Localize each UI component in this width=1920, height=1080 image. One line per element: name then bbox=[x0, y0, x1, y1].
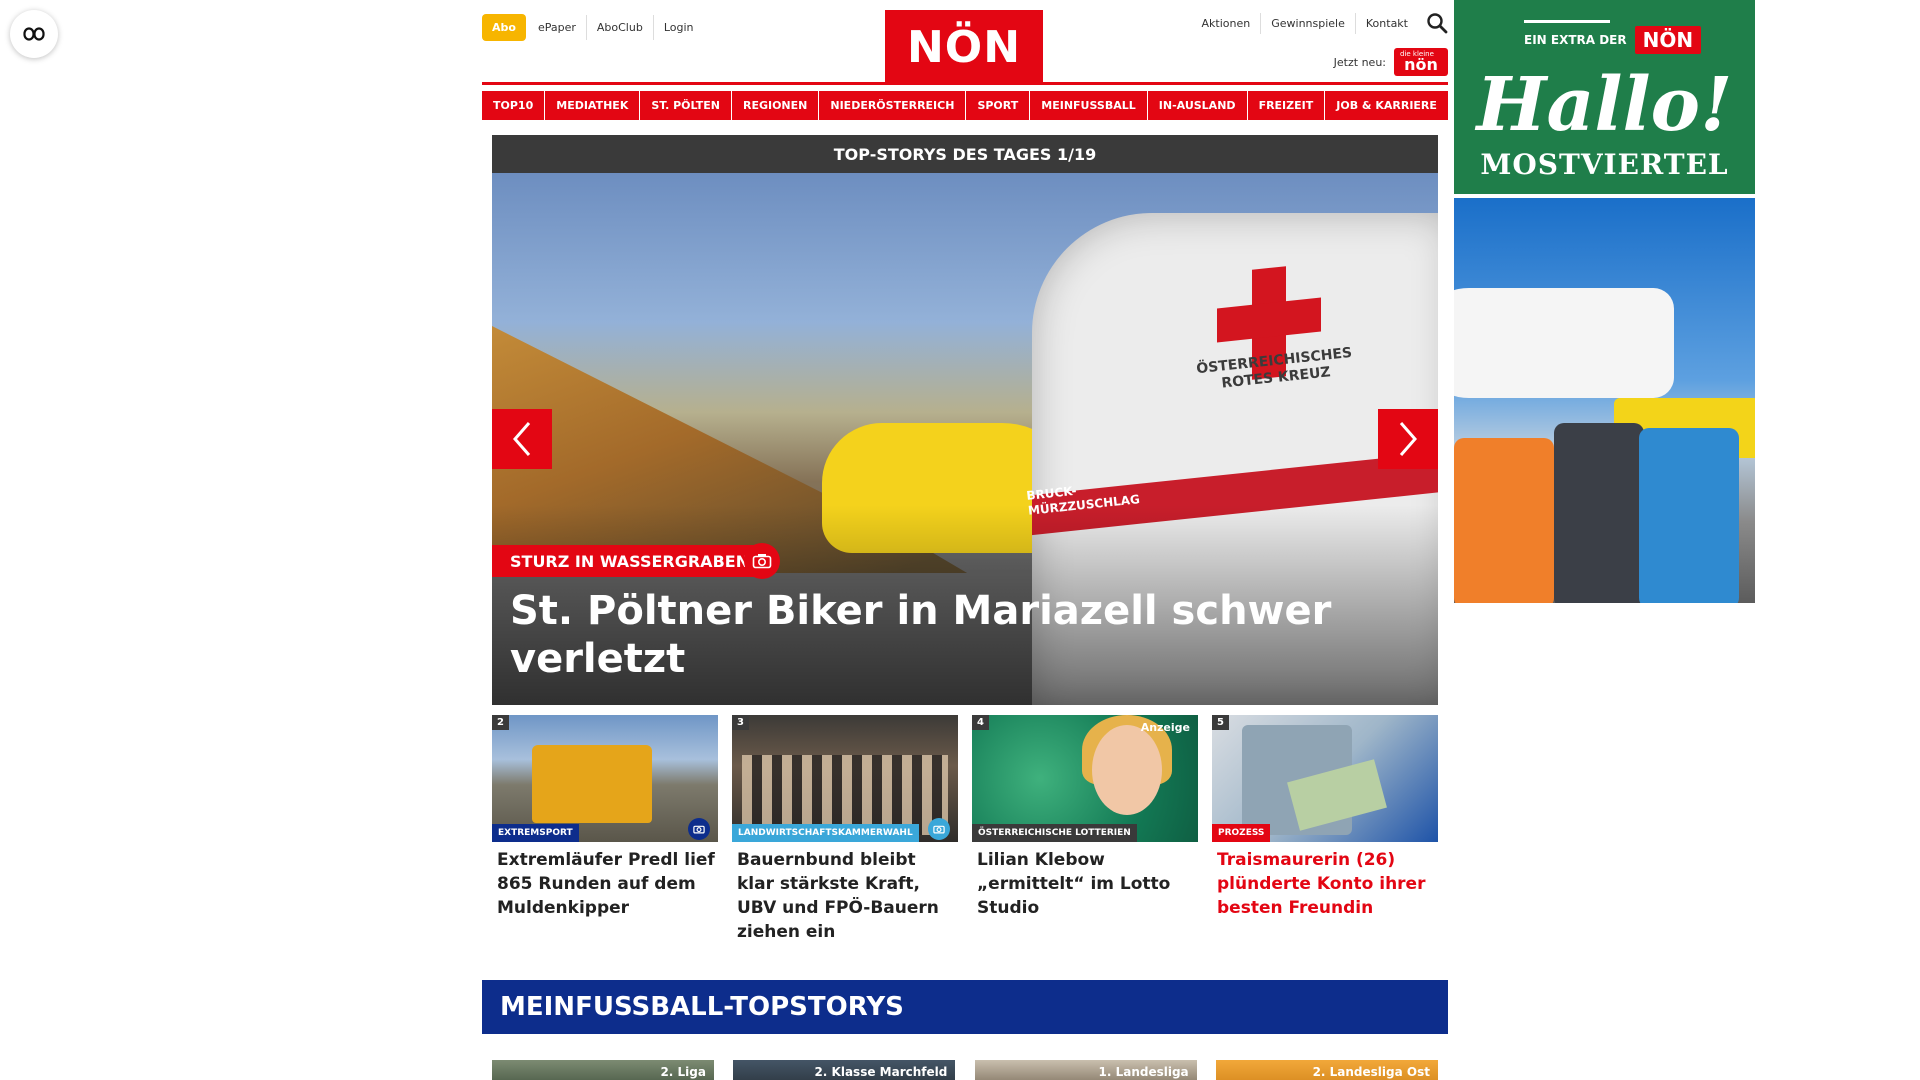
ad-extra-label: EIN EXTRA DER NÖN bbox=[1524, 26, 1702, 54]
slider-prev-button[interactable] bbox=[492, 409, 552, 469]
teaser-category[interactable]: EXTREMSPORT bbox=[492, 824, 579, 842]
airport-ad-image[interactable] bbox=[1454, 198, 1755, 603]
camera-icon bbox=[928, 818, 950, 840]
nav-st-poelten[interactable]: ST. PÖLTEN bbox=[640, 91, 731, 120]
teaser-category[interactable]: ÖSTERREICHISCHE LOTTERIEN bbox=[972, 824, 1137, 842]
teaser-card[interactable]: 2 EXTREMSPORT Extremläufer Predl lief 86… bbox=[492, 715, 718, 944]
teaser-card[interactable]: 4 Anzeige ÖSTERREICHISCHE LOTTERIEN Lili… bbox=[972, 715, 1198, 944]
main-nav: TOP10 MEDIATHEK ST. PÖLTEN REGIONEN NIED… bbox=[482, 82, 1448, 120]
teaser-title[interactable]: Bauernbund bleibt klar stärkste Kraft, U… bbox=[732, 848, 958, 944]
top-right-links: Aktionen Gewinnspiele Kontakt bbox=[1192, 12, 1448, 34]
teaser-category[interactable]: LANDWIRTSCHAFTSKAMMERWAHL bbox=[732, 824, 919, 842]
teaser-image[interactable]: 3 LANDWIRTSCHAFTSKAMMERWAHL bbox=[732, 715, 958, 842]
truck-shape bbox=[532, 745, 652, 823]
league-label: 1. Landesliga bbox=[1098, 1065, 1189, 1079]
ad-hallo-title: Hallo! bbox=[1476, 62, 1733, 148]
nav-regionen[interactable]: REGIONEN bbox=[731, 91, 819, 120]
crowd-shape bbox=[742, 755, 948, 835]
teaser-number: 3 bbox=[732, 715, 749, 730]
accessibility-icon bbox=[23, 27, 45, 41]
aboclub-link[interactable]: AboClub bbox=[585, 15, 653, 40]
airplane-shape bbox=[1454, 288, 1674, 398]
slider-next-button[interactable] bbox=[1378, 409, 1438, 469]
camera-icon bbox=[688, 818, 710, 840]
suitcase-shape bbox=[1554, 423, 1644, 603]
teaser-image[interactable]: 4 Anzeige ÖSTERREICHISCHE LOTTERIEN bbox=[972, 715, 1198, 842]
ad-region-title: MOSTVIERTEL bbox=[1480, 148, 1729, 181]
suitcase-shape bbox=[1639, 428, 1739, 603]
jetzt-neu-label: Jetzt neu: bbox=[1333, 55, 1386, 69]
teaser-number: 4 bbox=[972, 715, 989, 730]
teaser-number: 5 bbox=[1212, 715, 1229, 730]
football-teaser[interactable]: 1. Landesliga bbox=[974, 1060, 1197, 1080]
top-stories-header: TOP-STORYS DES TAGES 1/19 bbox=[492, 135, 1438, 173]
jetzt-neu: Jetzt neu: die kleine nön bbox=[1334, 48, 1448, 76]
ad-divider bbox=[1524, 20, 1610, 23]
die-kleine-noen-badge[interactable]: die kleine nön bbox=[1394, 48, 1448, 76]
nav-in-ausland[interactable]: IN-AUSLAND bbox=[1147, 91, 1247, 120]
page-container: Abo ePaper AboClub Login NÖN Aktionen Ge… bbox=[482, 0, 1448, 1080]
meinfussball-teasers: 2. Liga 2. Klasse Marchfeld 1. Landeslig… bbox=[492, 1060, 1438, 1080]
nav-job-karriere[interactable]: JOB & KARRIERE bbox=[1325, 91, 1448, 120]
gewinnspiele-link[interactable]: Gewinnspiele bbox=[1260, 12, 1355, 34]
kontakt-link[interactable]: Kontakt bbox=[1354, 12, 1418, 34]
nav-top10[interactable]: TOP10 bbox=[482, 91, 545, 120]
teaser-number: 2 bbox=[492, 715, 509, 730]
chevron-right-icon bbox=[1399, 422, 1417, 456]
nav-freizeit[interactable]: FREIZEIT bbox=[1247, 91, 1325, 120]
teaser-image[interactable]: 5 PROZESS bbox=[1212, 715, 1438, 842]
football-teaser[interactable]: 2. Liga bbox=[492, 1060, 714, 1080]
teaser-card[interactable]: 3 LANDWIRTSCHAFTSKAMMERWAHL Bauernbund b… bbox=[732, 715, 958, 944]
camera-icon bbox=[744, 543, 780, 579]
league-label: 2. Liga bbox=[660, 1065, 706, 1079]
nav-sport[interactable]: SPORT bbox=[966, 91, 1030, 120]
aktionen-link[interactable]: Aktionen bbox=[1192, 13, 1261, 34]
hero-category-tag[interactable]: STURZ IN WASSERGRABEN bbox=[492, 545, 768, 577]
teaser-image[interactable]: 2 EXTREMSPORT bbox=[492, 715, 718, 842]
football-teaser[interactable]: 2. Klasse Marchfeld bbox=[733, 1060, 956, 1080]
teaser-card[interactable]: 5 PROZESS Traismaurerin (26) plünderte K… bbox=[1212, 715, 1438, 944]
abo-button[interactable]: Abo bbox=[482, 14, 526, 41]
nav-niederoesterreich[interactable]: NIEDERÖSTERREICH bbox=[819, 91, 966, 120]
chevron-left-icon bbox=[513, 422, 531, 456]
teaser-title[interactable]: Lilian Klebow „ermittelt“ im Lotto Studi… bbox=[972, 848, 1198, 920]
nav-meinfussball[interactable]: MEINFUSSBALL bbox=[1030, 91, 1147, 120]
noen-logo[interactable]: NÖN bbox=[885, 10, 1043, 84]
suitcase-shape bbox=[1454, 438, 1554, 603]
accessibility-button[interactable] bbox=[10, 10, 58, 58]
die-kleine-label: die kleine bbox=[1400, 50, 1434, 58]
hero-slider[interactable]: ÖSTERREICHISCHES ROTES KREUZ BRUCK- MÜRZ… bbox=[492, 173, 1438, 705]
teaser-title[interactable]: Traismaurerin (26) plünderte Konto ihrer… bbox=[1212, 848, 1438, 920]
teaser-title[interactable]: Extremläufer Predl lief 865 Runden auf d… bbox=[492, 848, 718, 920]
ad-noen-logo: NÖN bbox=[1634, 26, 1702, 54]
football-teaser[interactable]: 2. Landesliga Ost bbox=[1215, 1060, 1438, 1080]
search-icon[interactable] bbox=[1426, 12, 1448, 34]
person-face-shape bbox=[1092, 725, 1162, 815]
epaper-link[interactable]: ePaper bbox=[528, 15, 586, 40]
nav-mediathek[interactable]: MEDIATHEK bbox=[545, 91, 640, 120]
hero-headline[interactable]: St. Pöltner Biker in Mariazell schwer ve… bbox=[510, 587, 1410, 683]
login-link[interactable]: Login bbox=[652, 15, 704, 40]
anzeige-label: Anzeige bbox=[1140, 721, 1190, 734]
ad-extra-text: EIN EXTRA DER bbox=[1524, 33, 1627, 47]
hallo-mostviertel-ad[interactable]: EIN EXTRA DER NÖN Hallo! MOSTVIERTEL bbox=[1454, 0, 1755, 194]
top-bar: Abo ePaper AboClub Login NÖN Aktionen Ge… bbox=[482, 0, 1448, 120]
league-label: 2. Landesliga Ost bbox=[1312, 1065, 1430, 1079]
league-label: 2. Klasse Marchfeld bbox=[814, 1065, 948, 1079]
top-left-links: Abo ePaper AboClub Login bbox=[482, 14, 704, 41]
teaser-category[interactable]: PROZESS bbox=[1212, 824, 1271, 842]
meinfussball-section-title[interactable]: MEINFUSSBALL-TOPSTORYS bbox=[482, 980, 1448, 1034]
top-stories-teasers: 2 EXTREMSPORT Extremläufer Predl lief 86… bbox=[492, 715, 1438, 944]
